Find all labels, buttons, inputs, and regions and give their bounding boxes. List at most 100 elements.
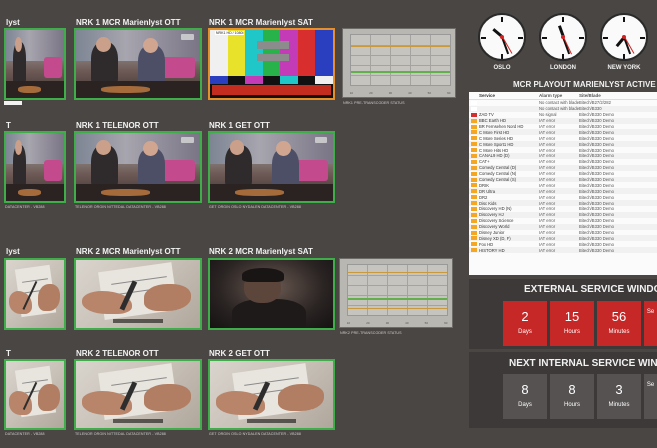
alarm-service: CANAL9 HD (D) [479, 153, 510, 159]
external-service-window-title: EXTERNAL SERVICE WINDOW [524, 284, 657, 295]
countdown-value: 56 [611, 309, 627, 324]
video-monitor-tile[interactable]: NRK1 HD / 1080i [208, 28, 335, 100]
alarm-service: Discovery HJ [479, 212, 504, 218]
alarm-row[interactable]: DRIK IAT error Bitech/B330 Demo [469, 182, 657, 188]
video-monitor-tile[interactable] [4, 359, 66, 430]
graph-tick: 40 [405, 321, 409, 325]
alarm-type: No contact with blade [539, 100, 579, 106]
video-thumbnail [210, 133, 333, 201]
alarm-type: IAT error [539, 241, 556, 247]
alarm-row[interactable]: ZAD TV No signal Bitech/B330 Demo [469, 112, 657, 118]
alarm-row[interactable]: BR Fernsehen Nord HD IAT error Bitech/B330… [469, 124, 657, 130]
alarm-row[interactable]: Disney Junior IAT error Bitech/B330 Demo [469, 230, 657, 236]
countdown-seconds: Se [644, 374, 657, 419]
video-thumbnail [6, 361, 64, 428]
alarm-site: Bitech/B330 Demo [579, 218, 614, 224]
alarm-row[interactable]: Disney XD (D, F) IAT error Bitech/B330 Dem… [469, 235, 657, 242]
alarm-row[interactable]: DR Ultra IAT error Bitech/B330 Demo [469, 188, 657, 195]
alarm-service: Comedy Central (D) [479, 165, 517, 171]
alarm-severity-swatch [471, 201, 477, 206]
countdown-days: 2 Days [503, 301, 547, 346]
alarm-row[interactable]: C More Series HD IAT error Bitech/B330 Dem… [469, 135, 657, 141]
alarm-type: No signal [539, 112, 557, 118]
alarm-row[interactable]: C More Hits HD IAT error Bitech/B330 Demo [469, 147, 657, 153]
alarm-severity-swatch [471, 189, 477, 194]
video-thumbnail [76, 361, 200, 428]
alarm-row[interactable]: Discovery HD (N) IAT error Bitech/B330 Dem… [469, 206, 657, 212]
alarm-row[interactable]: BBC Earth HD IAT error Bitech/B330 Demo [469, 117, 657, 124]
alarm-severity-swatch [471, 124, 477, 129]
alarm-site: Bitech/B27/2/282 [579, 100, 611, 106]
alarm-severity-swatch [471, 242, 477, 247]
alarm-row[interactable]: Discovery Science IAT error Bitech/B330 De… [469, 218, 657, 224]
alarm-row[interactable]: C More Sport1 HD IAT error Bitech/B330 Dem… [469, 141, 657, 148]
alarm-row[interactable]: Comedy Central (S) IAT error Bitech/B330 D… [469, 176, 657, 183]
video-monitor-tile[interactable] [208, 131, 335, 203]
video-monitor-tile[interactable] [4, 131, 66, 203]
alarm-row[interactable]: Disc Kids IAT error Bitech/B330 Demo [469, 200, 657, 207]
alarm-row[interactable]: C More First HD IAT error Bitech/B330 Demo [469, 129, 657, 136]
internal-service-window-panel: NEXT INTERNAL SERVICE WINDO 8 Days 8 Hours… [469, 352, 657, 428]
alarm-row[interactable]: HISTORY HD IAT error Bitech/B330 Demo [469, 247, 657, 254]
video-monitor-tile[interactable] [74, 28, 202, 100]
video-monitor-tile[interactable] [208, 359, 335, 430]
tile-title: lyst [6, 247, 20, 256]
alarm-site: Bitech/B330 Demo [579, 153, 614, 159]
video-monitor-tile[interactable] [74, 258, 202, 330]
video-monitor-tile[interactable] [74, 131, 202, 203]
countdown-value: 8 [568, 382, 576, 397]
alarm-service: Discovery HD (N) [479, 206, 512, 212]
alarm-severity-swatch [471, 118, 477, 123]
tile-caption: DATACENTER - VB288 [5, 205, 45, 209]
alarm-site: Bitech/B330 Demo [579, 194, 614, 200]
alarm-type: IAT error [539, 218, 556, 224]
tile-title: NRK 2 MCR Marienlyst OTT [76, 247, 181, 256]
alarm-site: Bitech/B330 Demo [579, 182, 614, 188]
alarm-service: DR Ultra [479, 188, 496, 194]
alarm-service: Comedy Central (S) [479, 177, 517, 183]
countdown-unit: Minutes [608, 329, 630, 335]
alarm-row[interactable]: Fox HD IAT error Bitech/B330 Demo [469, 241, 657, 247]
alarm-severity-swatch [471, 136, 477, 141]
graph-caption: NRK1 PRE-TRANSCODER STATUS [343, 101, 405, 105]
video-monitor-tile[interactable] [4, 258, 66, 330]
alarm-panel-title: MCR PLAYOUT MARIENLYST ACTIVE ALA [513, 80, 657, 89]
graph-tick: 50 [427, 91, 431, 95]
alarm-severity-swatch [471, 171, 477, 176]
column-header-alarm-type: Alarm type [539, 93, 563, 98]
color-bars-test-signal: NRK1 HD / 1080i [210, 30, 333, 98]
alarm-row[interactable]: CAT+ IAT error Bitech/B330 Demo [469, 159, 657, 165]
transcoder-status-graph[interactable]: 10 20 30 40 50 60 [339, 258, 453, 328]
test-signal-label: NRK1 HD / 1080i [214, 31, 245, 36]
alarm-row[interactable]: Comedy Central (N) IAT error Bitech/B330 D… [469, 171, 657, 177]
tile-title: NRK 1 TELENOR OTT [76, 121, 159, 130]
alarm-severity-swatch [471, 224, 477, 229]
transcoder-status-graph[interactable]: 10 20 30 40 50 60 [342, 28, 456, 98]
alarm-table-header: Service Alarm type Site/Blade [469, 92, 657, 100]
graph-tick: 40 [408, 91, 412, 95]
alarm-service: Disc Kids [479, 200, 497, 206]
alarm-row[interactable]: DR2 IAT error Bitech/B330 Demo [469, 194, 657, 200]
alarm-site: Bitech/B330 Demo [579, 200, 614, 206]
alarm-row[interactable]: Discovery World IAT error Bitech/B330 Demo [469, 223, 657, 230]
alarm-row[interactable]: CANAL9 HD (D) IAT error Bitech/B330 Demo [469, 153, 657, 159]
video-monitor-tile[interactable] [4, 28, 66, 100]
external-service-window-panel: EXTERNAL SERVICE WINDOW 2 Days 15 Hours 56… [469, 279, 657, 349]
video-monitor-tile[interactable] [74, 359, 202, 430]
video-thumbnail [76, 260, 200, 328]
clock-london [539, 13, 587, 61]
alarm-site: Bitech/B330 Demo [579, 129, 614, 135]
video-monitor-tile[interactable] [208, 258, 335, 330]
tile-caption: DATACENTER - VB288 [5, 432, 45, 436]
active-alarms-table[interactable]: Service Alarm type Site/Blade No contact… [469, 92, 657, 275]
alarm-rows: No contact with blade Bitech/B27/2/282 No … [469, 100, 657, 254]
graph-tick: 30 [385, 321, 390, 325]
caption-bar [4, 101, 22, 105]
alarm-type: IAT error [539, 224, 556, 230]
alarm-severity-swatch [471, 165, 477, 170]
alarm-row[interactable]: Comedy Central (D) IAT error Bitech/B330 D… [469, 164, 657, 171]
tile-caption: GET ORGIN OSLO NYDALEN DATACENTER - VB28… [209, 205, 301, 209]
alarm-service: Disney XD (D, F) [479, 235, 511, 241]
alarm-type: IAT error [539, 171, 556, 177]
alarm-row[interactable]: Discovery HJ IAT error Bitech/B330 Demo [469, 211, 657, 218]
